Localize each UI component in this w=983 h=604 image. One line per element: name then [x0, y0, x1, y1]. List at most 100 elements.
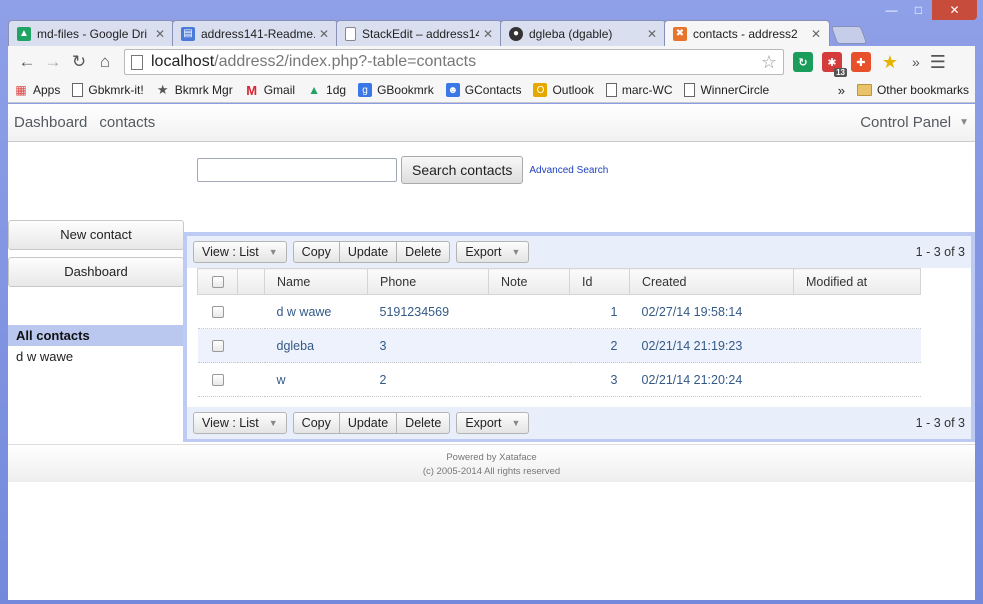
view-list-dropdown[interactable]: View : List ▼ [193, 412, 287, 434]
star-extension-icon[interactable]: ★ [880, 52, 900, 72]
bookmarks-bar: ▦ Apps Gbkmrk-it! ★ Bkmrk Mgr M Gmail ▲ … [8, 78, 975, 103]
minimize-icon[interactable]: — [878, 0, 905, 20]
star-icon: ★ [156, 82, 169, 97]
tab-strip: ▲ md-files - Google Dri ✕ ▤ address141-R… [8, 20, 868, 46]
note-cell[interactable] [488, 362, 570, 397]
id-cell[interactable]: 1 [569, 294, 630, 329]
id-cell[interactable]: 2 [569, 328, 630, 363]
table-row[interactable]: d w wawe 5191234569 1 02/27/14 19:58:14 [197, 294, 921, 329]
all-contacts-heading[interactable]: All contacts [8, 325, 198, 346]
close-tab-icon[interactable]: ✕ [483, 27, 493, 41]
nav-dashboard-link[interactable]: Dashboard [14, 114, 87, 131]
column-header-created[interactable]: Created [629, 268, 794, 295]
created-cell[interactable]: 02/21/14 21:19:23 [629, 328, 794, 363]
close-tab-icon[interactable]: ✕ [155, 27, 165, 41]
bookmarks-overflow-icon[interactable]: » [838, 83, 845, 98]
modified-cell[interactable] [793, 294, 921, 329]
name-cell[interactable]: d w wawe [264, 294, 368, 329]
close-tab-icon[interactable]: ✕ [319, 27, 329, 41]
other-bookmarks[interactable]: Other bookmarks [856, 83, 969, 97]
phone-cell[interactable]: 3 [367, 328, 489, 363]
back-arrow-icon[interactable]: ← [14, 49, 40, 75]
browser-tab[interactable]: ▲ md-files - Google Dri ✕ [8, 20, 174, 46]
note-cell[interactable] [488, 294, 570, 329]
row-checkbox[interactable] [211, 340, 224, 353]
bookmark-item[interactable]: Gbkmrk-it! [72, 83, 144, 97]
close-window-icon[interactable]: ✕ [932, 0, 977, 20]
table-row[interactable]: w 2 3 02/21/14 21:20:24 [197, 362, 921, 397]
update-button[interactable]: Update [339, 412, 398, 434]
modified-cell[interactable] [793, 362, 921, 397]
extension-badge-icon[interactable]: ✱ 13 [822, 52, 847, 77]
plus-extension-icon[interactable]: ✚ [851, 52, 871, 72]
home-icon[interactable]: ⌂ [92, 49, 118, 75]
browser-tab[interactable]: ● dgleba (dgable) ✕ [500, 20, 666, 46]
new-tab-button[interactable] [830, 26, 868, 44]
column-header-modified[interactable]: Modified at [793, 268, 921, 295]
view-list-dropdown[interactable]: View : List ▼ [193, 241, 287, 263]
search-contacts-button[interactable]: Search contacts [401, 156, 524, 184]
bookmark-item[interactable]: g GBookmrk [358, 83, 434, 97]
maximize-icon[interactable]: □ [905, 0, 932, 20]
phone-cell[interactable]: 2 [367, 362, 489, 397]
bookmark-apps[interactable]: ▦ Apps [14, 83, 60, 97]
table-row[interactable]: dgleba 3 2 02/21/14 21:19:23 [197, 328, 921, 363]
bookmark-label: Gmail [263, 83, 296, 97]
more-extensions-icon[interactable]: » [912, 54, 920, 70]
browser-tab[interactable]: ▤ address141-Readme. ✕ [172, 20, 338, 46]
delete-button[interactable]: Delete [397, 412, 451, 434]
update-button[interactable]: Update [339, 241, 398, 263]
modified-cell[interactable] [793, 328, 921, 363]
row-checkbox[interactable] [211, 306, 224, 319]
google-icon: g [358, 83, 373, 97]
column-header-phone[interactable]: Phone [367, 268, 489, 295]
bookmark-item[interactable]: O Outlook [533, 83, 594, 97]
column-header-note[interactable]: Note [488, 268, 570, 295]
bookmark-item[interactable]: M Gmail [245, 83, 296, 98]
bookmark-item[interactable]: ★ Bkmrk Mgr [156, 82, 233, 97]
apps-icon: ▦ [15, 83, 27, 97]
search-input[interactable] [197, 158, 397, 182]
bookmark-label: marc-WC [621, 83, 673, 97]
new-contact-button[interactable]: New contact [8, 220, 184, 250]
name-cell[interactable]: dgleba [264, 328, 368, 363]
phone-cell[interactable]: 5191234569 [367, 294, 489, 329]
row-checkbox[interactable] [211, 374, 224, 387]
id-cell[interactable]: 3 [569, 362, 630, 397]
delete-button[interactable]: Delete [397, 241, 451, 263]
dashboard-button[interactable]: Dashboard [8, 257, 184, 287]
copy-button[interactable]: Copy [292, 412, 340, 434]
bookmark-item[interactable]: ▲ 1dg [307, 83, 346, 97]
export-dropdown[interactable]: Export ▼ [456, 241, 530, 263]
bookmark-star-icon[interactable]: ☆ [761, 52, 777, 73]
menu-icon[interactable]: ☰ [930, 52, 946, 73]
close-tab-icon[interactable]: ✕ [811, 27, 821, 41]
browser-tab-active[interactable]: ✖ contacts - address2 ✕ [664, 20, 830, 46]
bookmark-item[interactable]: ☻ GContacts [445, 83, 522, 97]
copy-button[interactable]: Copy [292, 241, 340, 263]
forward-arrow-icon[interactable]: → [40, 49, 66, 75]
sync-extension-icon[interactable]: ↻ [793, 52, 813, 72]
bookmark-item[interactable]: marc-WC [605, 83, 673, 97]
nav-contacts-link[interactable]: contacts [99, 114, 155, 131]
bookmark-item[interactable]: WinnerCircle [684, 83, 769, 97]
chevron-down-icon: ▼ [511, 418, 521, 428]
reload-icon[interactable]: ↻ [66, 49, 92, 75]
bookmark-label: GContacts [464, 83, 522, 97]
result-toolbar-top: View : List ▼ Copy Update Delete Export ▼ … [187, 236, 971, 268]
url-host: localhost [151, 53, 215, 70]
select-all-checkbox[interactable] [211, 276, 224, 289]
export-dropdown[interactable]: Export ▼ [456, 412, 530, 434]
name-cell[interactable]: w [264, 362, 368, 397]
column-header-name[interactable]: Name [264, 268, 368, 295]
advanced-search-link[interactable]: Advanced Search [529, 165, 608, 176]
created-cell[interactable]: 02/27/14 19:58:14 [629, 294, 794, 329]
note-cell[interactable] [488, 328, 570, 363]
close-tab-icon[interactable]: ✕ [647, 27, 657, 41]
column-header-id[interactable]: Id [569, 268, 630, 295]
sidebar-contact-item[interactable]: d w wawe [8, 349, 184, 364]
browser-tab[interactable]: StackEdit – address14 ✕ [336, 20, 502, 46]
control-panel-menu[interactable]: Control Panel ▼ [860, 114, 969, 131]
created-cell[interactable]: 02/21/14 21:20:24 [629, 362, 794, 397]
address-bar[interactable]: localhost/address2/index.php?-table=cont… [124, 49, 784, 75]
